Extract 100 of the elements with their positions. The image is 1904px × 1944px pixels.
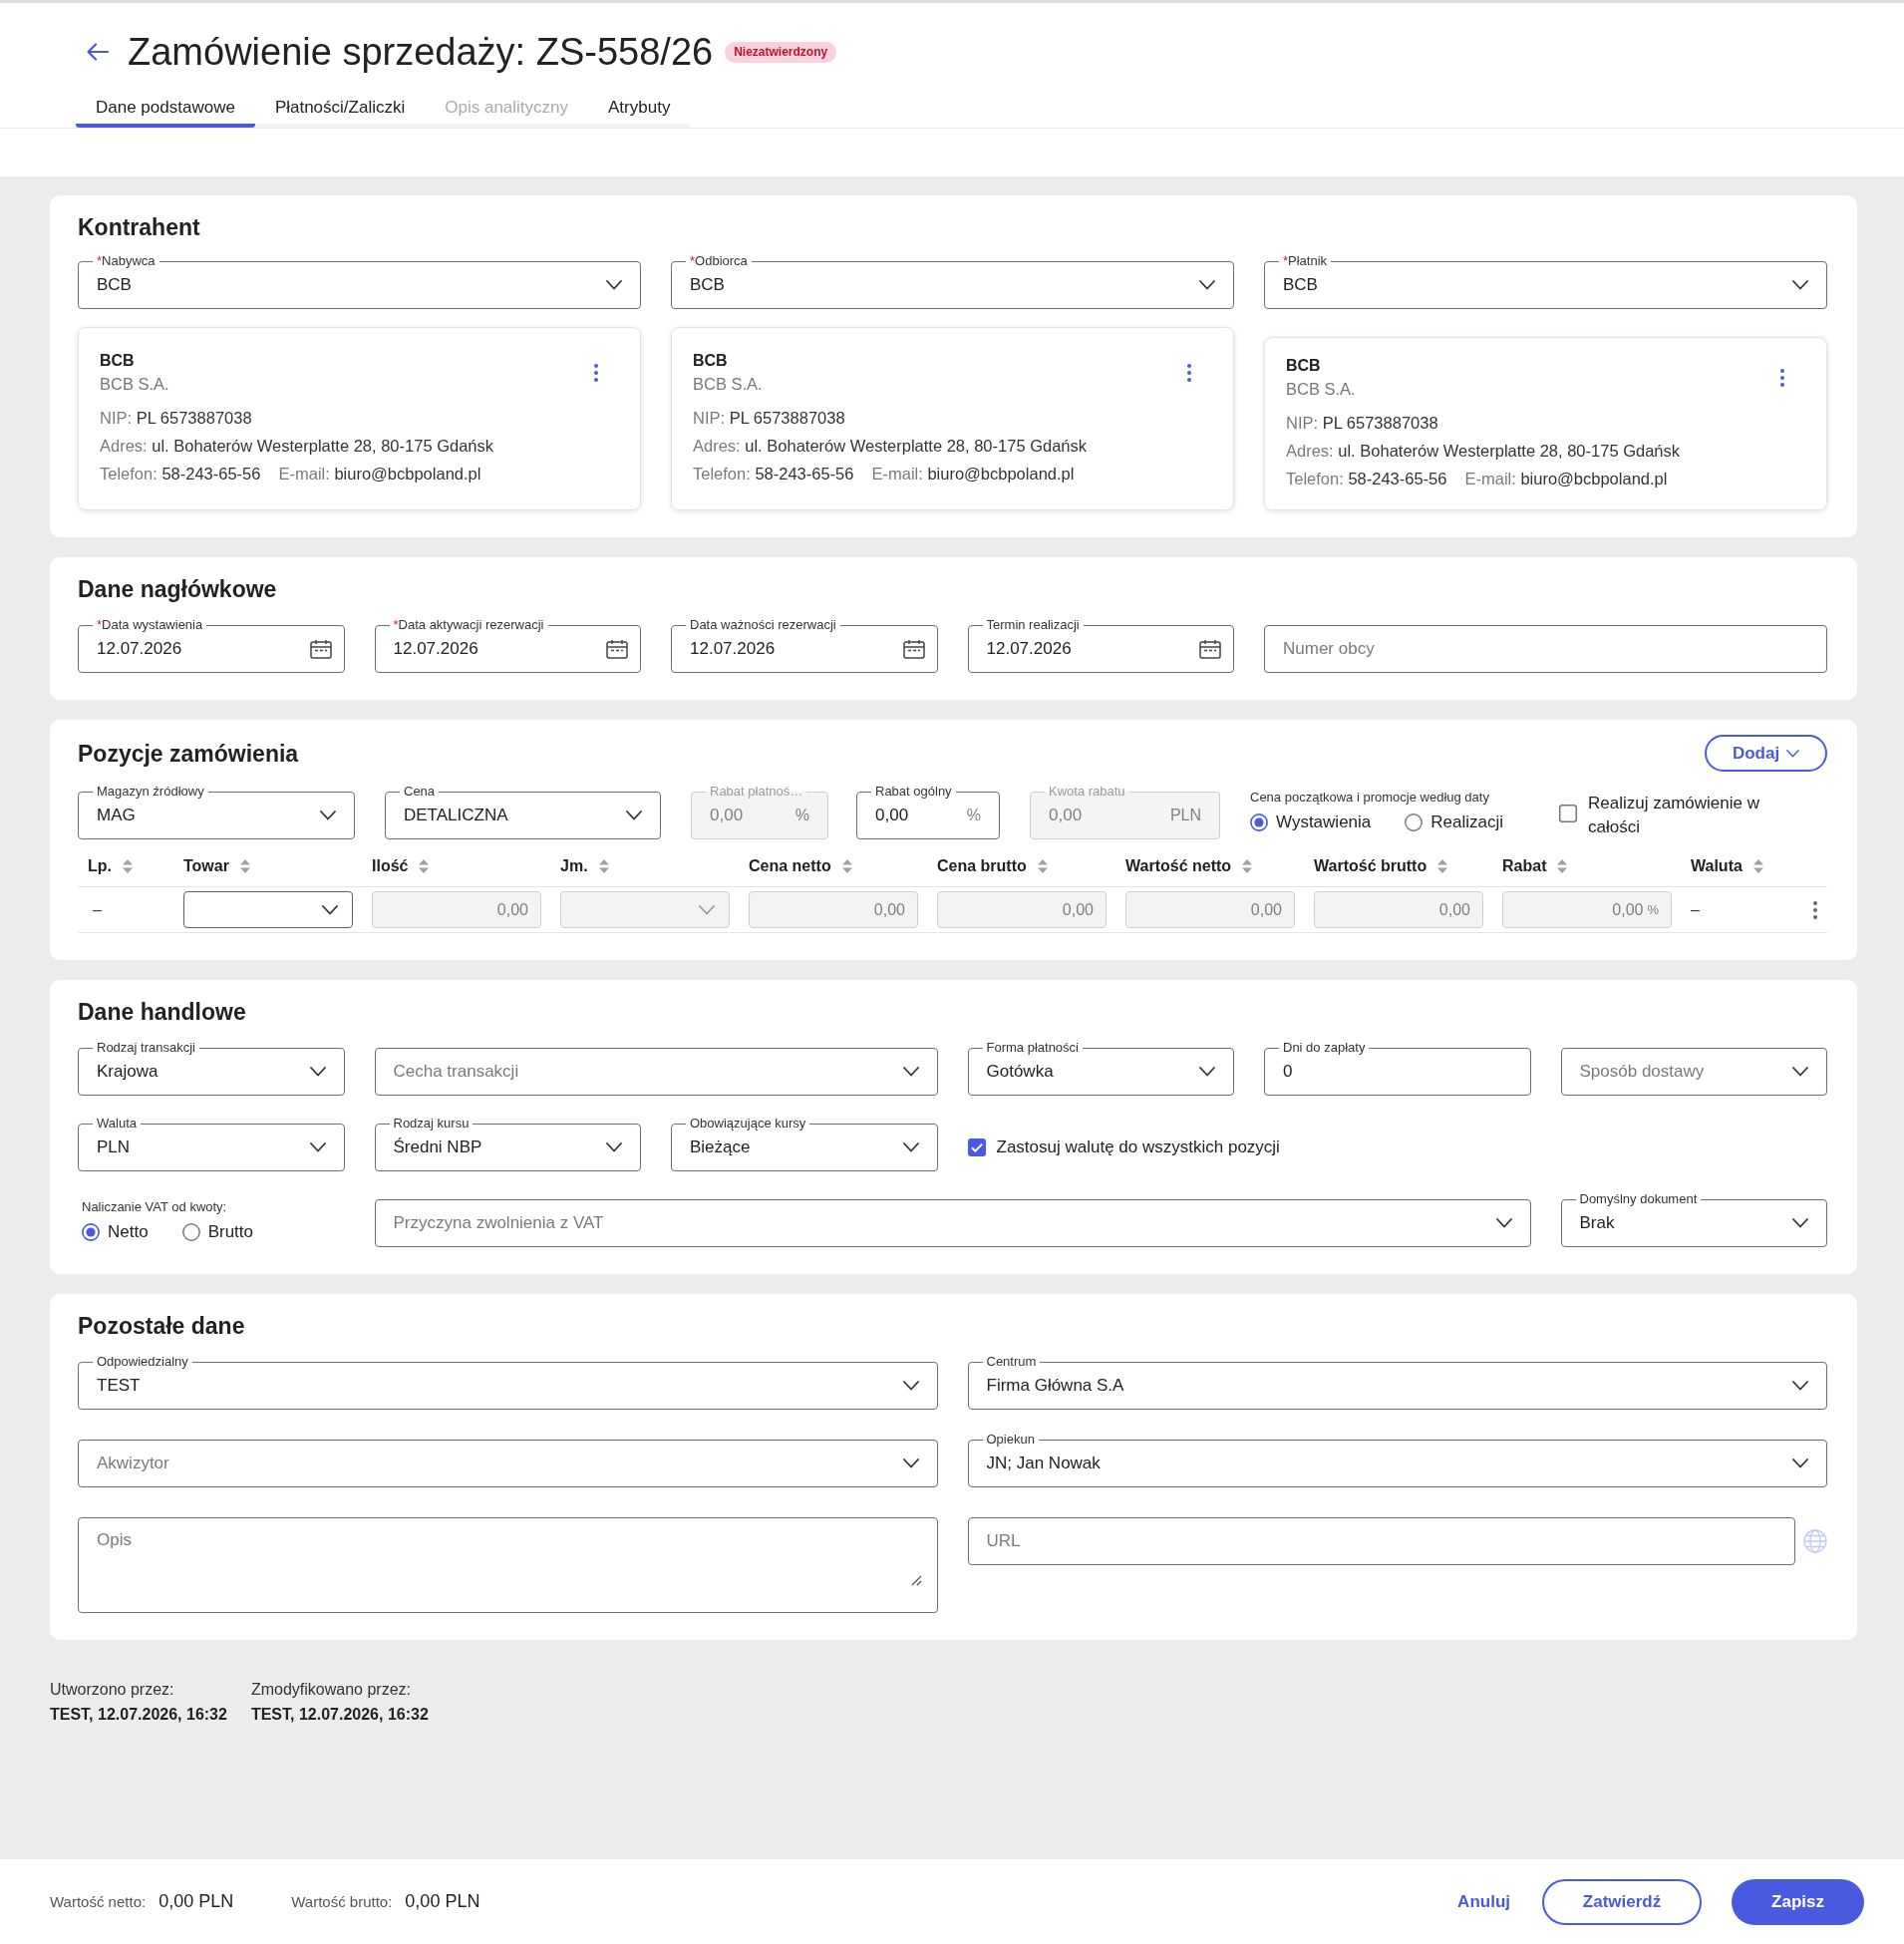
field-label: Obowiązujące kursy [689,1117,807,1131]
sort-icon[interactable] [1037,859,1048,873]
checkbox-label[interactable]: Realizuj zamówienie w całości [1588,792,1777,839]
checkbox-label[interactable]: Zastosuj walutę do wszystkich pozycji [996,1135,1280,1159]
column-header[interactable]: Cena brutto [937,857,1048,875]
sort-icon[interactable] [841,859,852,873]
dropdown-field[interactable]: Akwizytor [78,1440,938,1487]
chevron-down-icon [1495,1218,1512,1228]
info-label: Utworzono przez: [50,1680,175,1699]
contact-detail: Telefon: 58-243-65-56 [100,464,261,485]
dropdown-field[interactable]: Rodzaj kursu Średni NBP [374,1117,641,1171]
sort-icon[interactable] [1437,859,1448,873]
sort-icon[interactable] [419,859,430,873]
dropdown-field[interactable]: Domyślny dokument Brak [1560,1192,1827,1247]
field-label: *Data wystawienia [96,618,204,632]
sort-icon[interactable] [123,859,133,873]
radio-label[interactable]: Netto [108,1222,149,1242]
column-header[interactable]: Towar [183,857,250,875]
page-title: Zamówienie sprzedaży: ZS-558/26 [128,30,714,74]
calendar-icon[interactable] [1199,639,1221,659]
date-field[interactable]: Data ważności rezerwacji 12.07.2026 [671,618,938,673]
date-field[interactable]: *Data wystawienia 12.07.2026 [78,618,345,673]
dropdown-field[interactable]: Opiekun JN; Jan Nowak [967,1433,1827,1487]
column-header[interactable]: Rabat [1502,857,1568,875]
column-header[interactable]: Wartość brutto [1314,857,1448,875]
info-label: Zmodyfikowano przez: [250,1680,412,1699]
add-button[interactable]: Dodaj [1705,735,1827,772]
dropdown-field[interactable] [183,891,353,928]
dropdown-field[interactable]: Przyczyna zwolnienia z VAT [374,1199,1531,1247]
dropdown-field[interactable]: Rodzaj transakcji Krajowa [78,1041,345,1096]
column-header[interactable]: Waluta [1691,857,1763,875]
chevron-down-icon [606,1142,622,1152]
cancel-button[interactable]: Anuluj [1445,1878,1522,1925]
dropdown-field[interactable]: Sposób dostawy [1560,1048,1827,1096]
date-field[interactable]: *Data aktywacji rezerwacji 12.07.2026 [374,618,641,673]
dropdown-field[interactable]: Forma płatności Gotówka [967,1041,1234,1096]
column-header[interactable]: Wartość netto [1125,857,1253,875]
tab[interactable]: Atrybuty [588,88,691,128]
chevron-down-icon [1199,1067,1215,1077]
company-full-name: BCB S.A. [693,374,763,395]
column-header[interactable]: Cena netto [749,857,852,875]
radio-button[interactable] [1250,813,1268,831]
chevron-down-icon [1786,749,1800,758]
dropdown-field[interactable]: Odpowiedzialny TEST [78,1355,938,1410]
dropdown-field[interactable]: Obowiązujące kursy Bieżące [671,1117,938,1171]
checkbox[interactable] [967,1138,986,1156]
number-field[interactable]: Rabat ogólny 0,00 % [856,785,1000,839]
dropdown-field[interactable]: Waluta PLN [78,1117,345,1171]
chevron-down-icon [1792,1218,1808,1228]
vertical-dots-icon[interactable] [1780,368,1784,387]
textarea-field[interactable]: Opis [78,1517,938,1613]
calendar-icon[interactable] [902,639,925,659]
tab[interactable]: Dane podstawowe [76,88,255,128]
group-label: Cena początkowa i promocje według daty [1250,790,1490,805]
approve-button[interactable]: Zatwierdź [1542,1878,1702,1925]
column-header[interactable]: Lp. [88,857,133,875]
sort-icon[interactable] [1752,859,1763,873]
vertical-dots-icon[interactable] [1187,363,1191,382]
text-field[interactable]: Numer obcy [1264,625,1827,673]
calendar-icon[interactable] [606,639,628,659]
sort-icon[interactable] [1557,859,1568,873]
column-header[interactable]: Ilość [372,857,430,875]
dropdown-field[interactable]: Cecha transakcji [374,1048,938,1096]
checkbox[interactable] [1559,805,1577,822]
sort-icon[interactable] [1242,859,1253,873]
radio-button[interactable] [82,1223,100,1241]
contact-detail: Adres: ul. Bohaterów Westerplatte 28, 80-175 Gdańsk [1286,441,1680,462]
tab[interactable]: Płatności/Zaliczki [254,88,426,128]
field-label: Centrum [985,1355,1038,1369]
sort-icon[interactable] [239,859,250,873]
radio-label[interactable]: Realizacji [1430,812,1504,832]
dropdown-field[interactable]: Magazyn źródłowy MAG [78,785,355,839]
column-header[interactable]: Jm. [560,857,609,875]
radio-label[interactable]: Wystawienia [1276,812,1372,832]
dropdown-field[interactable]: *Płatnik BCB [1264,254,1827,309]
radio-button[interactable] [181,1223,200,1241]
field-label: Rabat płatnoś… [709,785,804,799]
dropdown-field[interactable]: *Nabywca BCB [78,254,641,309]
total-value: 0,00 PLN [405,1891,480,1912]
resize-handle-icon[interactable] [909,1574,922,1586]
section-title: Dane handlowe [78,998,247,1026]
dropdown-field[interactable]: Cena DETALICZNA [385,785,661,839]
dropdown-field[interactable]: Centrum Firma Główna S.A [967,1355,1827,1410]
radio-button[interactable] [1405,813,1424,831]
contact-detail: E-mail: biuro@bcbpoland.pl [1464,469,1668,489]
section-title: Kontrahent [78,213,201,241]
dropdown-field[interactable]: *Odbiorca BCB [671,254,1234,309]
url-field[interactable]: URL [967,1517,1795,1565]
calendar-icon[interactable] [309,639,332,659]
radio-label[interactable]: Brutto [207,1222,253,1242]
vertical-dots-icon[interactable] [1813,900,1817,919]
company-name: BCB [1286,356,1322,376]
vertical-dots-icon[interactable] [594,363,598,382]
save-button[interactable]: Zapisz [1732,1878,1864,1925]
sort-icon[interactable] [598,859,609,873]
date-field[interactable]: Termin realizacji 12.07.2026 [967,618,1234,673]
text-field[interactable]: Dni do zapłaty 0 [1264,1041,1531,1096]
chevron-down-icon [309,1067,326,1077]
info-value: TEST, 12.07.2026, 16:32 [50,1705,227,1724]
chevron-down-icon [1792,1381,1808,1391]
